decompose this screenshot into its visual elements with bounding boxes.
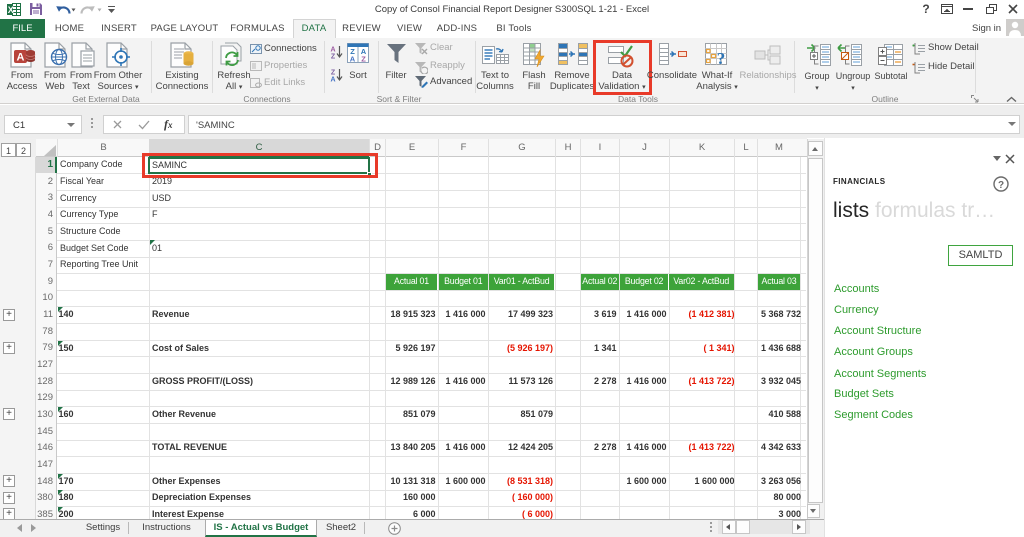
svg-text:Z: Z <box>361 55 366 64</box>
svg-text:A: A <box>330 77 335 83</box>
svg-text:Z: Z <box>331 54 336 60</box>
svg-text:Z: Z <box>331 70 336 77</box>
svg-text:A: A <box>330 47 335 54</box>
svg-text:?: ? <box>998 180 1004 191</box>
svg-text:X: X <box>8 5 14 15</box>
svg-text:A: A <box>350 55 356 64</box>
svg-text:?: ? <box>717 49 726 67</box>
svg-text:A: A <box>17 52 25 64</box>
